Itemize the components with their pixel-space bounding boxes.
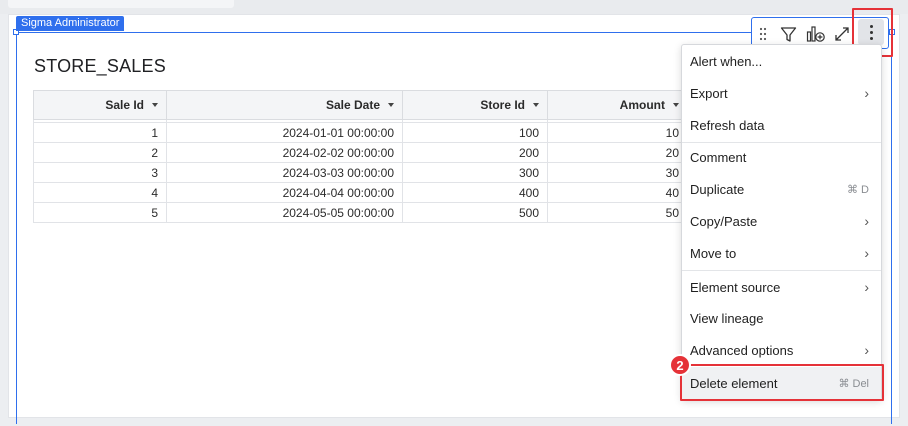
cell-sale-id[interactable]: 4 xyxy=(33,182,167,203)
annotation-badge-2: 2 xyxy=(669,354,691,376)
table-row[interactable]: 1 2024-01-01 00:00:00 100 10 xyxy=(33,122,688,143)
data-table: Sale Id Sale Date Store Id Amount 1 2024… xyxy=(33,90,688,223)
element-title: STORE_SALES xyxy=(34,56,166,76)
menu-item-export[interactable]: Export › xyxy=(682,77,881,109)
cell-amount[interactable]: 40 xyxy=(547,182,688,203)
top-strip xyxy=(0,0,908,14)
menu-item-label: Comment xyxy=(690,149,747,165)
cell-amount[interactable]: 10 xyxy=(547,122,688,143)
caret-down-icon[interactable] xyxy=(388,102,394,107)
cell-sale-date[interactable]: 2024-04-04 00:00:00 xyxy=(166,182,403,203)
column-header-label: Store Id xyxy=(480,98,525,112)
menu-item-view-lineage[interactable]: View lineage xyxy=(682,302,881,334)
menu-item-label: Export xyxy=(690,85,728,101)
table-row[interactable]: 5 2024-05-05 00:00:00 500 50 xyxy=(33,202,688,223)
menu-item-element-source[interactable]: Element source › xyxy=(682,271,881,303)
cell-sale-id[interactable]: 3 xyxy=(33,162,167,183)
column-header-sale-id[interactable]: Sale Id xyxy=(33,90,167,120)
menu-item-refresh-data[interactable]: Refresh data xyxy=(682,109,881,141)
cell-sale-id[interactable]: 1 xyxy=(33,122,167,143)
cell-sale-id[interactable]: 5 xyxy=(33,202,167,223)
column-header-sale-date[interactable]: Sale Date xyxy=(166,90,403,120)
chevron-right-icon: › xyxy=(864,279,869,295)
cell-store-id[interactable]: 400 xyxy=(402,182,548,203)
column-header-amount[interactable]: Amount xyxy=(547,90,688,120)
menu-item-advanced-options[interactable]: Advanced options › xyxy=(682,334,881,366)
caret-down-icon[interactable] xyxy=(673,102,679,107)
cell-sale-date[interactable]: 2024-02-02 00:00:00 xyxy=(166,142,403,163)
table-header-row: Sale Id Sale Date Store Id Amount xyxy=(33,90,688,120)
menu-item-comment[interactable]: Comment xyxy=(682,141,881,173)
shortcut-label: ⌘ D xyxy=(847,183,869,196)
menu-item-move-to[interactable]: Move to › xyxy=(682,237,881,269)
owner-tag: Sigma Administrator xyxy=(16,16,125,31)
cell-amount[interactable]: 20 xyxy=(547,142,688,163)
table-row[interactable]: 3 2024-03-03 00:00:00 300 30 xyxy=(33,162,688,183)
cell-sale-date[interactable]: 2024-05-05 00:00:00 xyxy=(166,202,403,223)
menu-item-label: View lineage xyxy=(690,310,764,326)
column-header-label: Sale Id xyxy=(105,98,144,112)
caret-down-icon[interactable] xyxy=(152,102,158,107)
chevron-right-icon: › xyxy=(864,342,869,358)
cell-sale-date[interactable]: 2024-01-01 00:00:00 xyxy=(166,122,403,143)
menu-item-alert-when[interactable]: Alert when... xyxy=(682,45,881,77)
cell-amount[interactable]: 50 xyxy=(547,202,688,223)
top-strip-tab xyxy=(8,0,234,8)
cell-sale-date[interactable]: 2024-03-03 00:00:00 xyxy=(166,162,403,183)
column-header-label: Amount xyxy=(619,98,665,112)
element-context-menu: Alert when... Export › Refresh data Comm… xyxy=(681,44,882,400)
cell-store-id[interactable]: 500 xyxy=(402,202,548,223)
chevron-right-icon: › xyxy=(864,245,869,261)
column-header-label: Sale Date xyxy=(325,98,380,112)
annotation-highlight-delete-element xyxy=(680,364,884,401)
chevron-right-icon: › xyxy=(864,213,869,229)
menu-item-label: Copy/Paste xyxy=(690,213,758,229)
cell-store-id[interactable]: 200 xyxy=(402,142,548,163)
menu-item-label: Advanced options xyxy=(690,342,794,358)
menu-item-label: Alert when... xyxy=(690,53,763,69)
cell-store-id[interactable]: 300 xyxy=(402,162,548,183)
menu-item-label: Move to xyxy=(690,245,737,261)
menu-item-copy-paste[interactable]: Copy/Paste › xyxy=(682,205,881,237)
menu-item-label: Duplicate xyxy=(690,181,745,197)
chevron-right-icon: › xyxy=(864,85,869,101)
cell-store-id[interactable]: 100 xyxy=(402,122,548,143)
menu-item-label: Refresh data xyxy=(690,117,765,133)
caret-down-icon[interactable] xyxy=(533,102,539,107)
cell-amount[interactable]: 30 xyxy=(547,162,688,183)
cell-sale-id[interactable]: 2 xyxy=(33,142,167,163)
menu-item-label: Element source xyxy=(690,279,781,295)
column-header-store-id[interactable]: Store Id xyxy=(402,90,548,120)
table-row[interactable]: 2 2024-02-02 00:00:00 200 20 xyxy=(33,142,688,163)
menu-item-duplicate[interactable]: Duplicate ⌘ D xyxy=(682,173,881,205)
table-row[interactable]: 4 2024-04-04 00:00:00 400 40 xyxy=(33,182,688,203)
